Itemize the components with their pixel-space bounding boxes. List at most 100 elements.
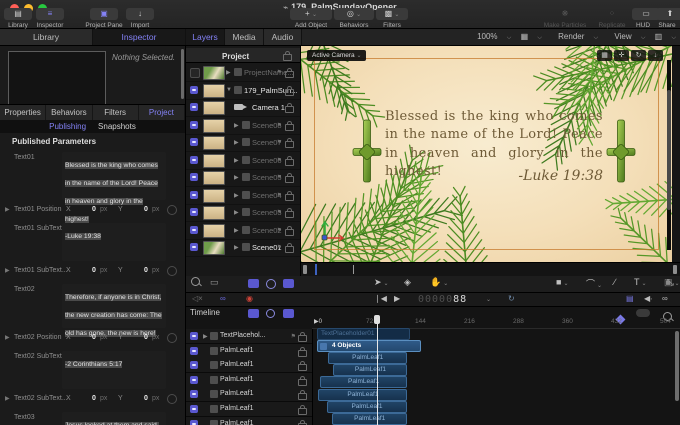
layout-select[interactable]: ▥ ⌵: [655, 32, 676, 41]
inspector-tab-properties[interactable]: Properties: [0, 105, 47, 120]
lock-icon[interactable]: [285, 68, 294, 78]
layer-row-scene08[interactable]: ▶ Scene08 ⚑: [186, 117, 300, 135]
inspector-subtab-snapshots[interactable]: Snapshots: [98, 122, 136, 131]
loop-playback-icon[interactable]: ∞: [662, 294, 668, 303]
timeline-bar-palmleaf1[interactable]: PalmLeaf1: [318, 388, 408, 401]
layer-row-scene04[interactable]: ▶ Scene04 ⚑: [186, 187, 300, 205]
dolly-view-icon[interactable]: ↓: [648, 50, 663, 61]
inspector-tab-project[interactable]: Project: [139, 105, 185, 120]
lock-icon[interactable]: [285, 120, 294, 131]
link-icon[interactable]: ∞: [220, 294, 226, 303]
flag-icon[interactable]: ⚑: [277, 209, 282, 216]
flag-icon[interactable]: ⚑: [277, 227, 282, 234]
play-button[interactable]: ▶: [394, 294, 400, 303]
lock-icon[interactable]: [285, 138, 294, 148]
layer-checkbox[interactable]: [190, 103, 198, 111]
library-button[interactable]: ▤ Library: [4, 8, 32, 29]
layer-checkbox[interactable]: [190, 405, 198, 413]
behaviors-button[interactable]: ◎ ⌄ Behaviors: [334, 8, 374, 29]
rectangle-tool[interactable]: ■ ⌄: [556, 277, 568, 287]
tab-library[interactable]: Library: [0, 29, 93, 45]
disclosure-icon[interactable]: ▶: [203, 333, 208, 340]
disclosure-icon[interactable]: ▶: [5, 267, 10, 274]
layer-row-179-palmsun-[interactable]: ▼ 179_PalmSun... ⚑: [186, 82, 300, 100]
x-value-field[interactable]: 0: [92, 267, 96, 274]
import-button[interactable]: ↓ Import: [126, 8, 154, 29]
zoom-level-select[interactable]: 100% ⌵: [470, 32, 511, 41]
disclosure-icon[interactable]: ▶: [226, 69, 231, 76]
layer-checkbox[interactable]: [190, 361, 198, 370]
disclosure-icon[interactable]: ▼: [226, 87, 232, 93]
tab-inspector[interactable]: Inspector: [93, 29, 186, 45]
layer-checkbox[interactable]: [190, 68, 200, 78]
timeline-opacity-toggle[interactable]: [266, 309, 275, 318]
timecode-display[interactable]: 0000088: [418, 294, 467, 305]
inspector-subtab-publishing[interactable]: Publishing: [49, 122, 86, 131]
lock-icon[interactable]: [298, 390, 307, 401]
inspector-scrollbar[interactable]: [181, 49, 184, 99]
bezier-tool[interactable]: ⌒ ⌄: [586, 277, 602, 290]
lock-icon[interactable]: [285, 85, 294, 96]
disclosure-icon[interactable]: ▶: [234, 174, 239, 181]
layer-row-scene02[interactable]: ▶ Scene02 ⚑: [186, 222, 300, 240]
timeline-layer-row[interactable]: PalmLeaf1: [186, 343, 312, 359]
layer-checkbox[interactable]: [190, 85, 198, 94]
layer-row-camera-1[interactable]: Camera 1: [186, 99, 300, 117]
previous-frame-button[interactable]: ❘◀: [374, 294, 387, 303]
x-value-field[interactable]: 0: [92, 206, 96, 213]
layer-checkbox[interactable]: [190, 225, 198, 234]
layer-checkbox[interactable]: [190, 208, 198, 216]
line-tool[interactable]: ∕: [614, 277, 616, 287]
lock-icon[interactable]: [285, 103, 294, 113]
timeline-bar-palmleaf1[interactable]: PalmLeaf1: [327, 352, 408, 365]
layer-checkbox[interactable]: [190, 155, 198, 164]
timeline-layers-toggle[interactable]: [283, 309, 294, 318]
list-view-toggle[interactable]: [248, 279, 259, 288]
timeline-bar-4-objects[interactable]: 4 Objects: [317, 340, 422, 353]
filters-button[interactable]: ▩ ⌄ Filters: [376, 8, 408, 29]
range-end-handle[interactable]: [673, 265, 677, 274]
camera-view-icon[interactable]: ▦: [597, 50, 612, 61]
lock-icon[interactable]: [285, 225, 294, 236]
select-tool[interactable]: ➤ ⌄: [374, 277, 389, 288]
layer-checkbox[interactable]: [190, 332, 198, 340]
add-object-button[interactable]: + ⌄ Add Object: [290, 8, 332, 29]
tab-audio[interactable]: Audio: [264, 29, 302, 45]
timeline-scrollbar[interactable]: [675, 331, 679, 401]
playhead-handle[interactable]: [374, 315, 381, 324]
y-value-field[interactable]: 0: [144, 206, 148, 213]
range-start-handle[interactable]: [303, 265, 307, 274]
layer-row-scene05[interactable]: ▶ Scene05 ⚑: [186, 169, 300, 187]
project-pane-button[interactable]: ▣ Project Pane: [82, 8, 126, 29]
mute-icon[interactable]: ◁×: [192, 294, 203, 303]
x-value-field[interactable]: 0: [92, 334, 96, 341]
share-button[interactable]: ⬆ Share: [656, 8, 680, 29]
disclosure-icon[interactable]: ▶: [5, 395, 10, 402]
timeline-layer-row[interactable]: PalmLeaf1: [186, 416, 312, 425]
reset-icon[interactable]: [167, 394, 177, 404]
param-text-field[interactable]: -Luke 19:38: [62, 223, 166, 261]
lock-icon[interactable]: [298, 361, 307, 372]
timeline-layer-row[interactable]: PalmLeaf1: [186, 372, 312, 388]
record-icon[interactable]: ◉: [246, 294, 253, 303]
tab-layers[interactable]: Layers: [186, 29, 225, 45]
reset-icon[interactable]: [167, 333, 177, 343]
lock-icon[interactable]: [285, 208, 294, 218]
layer-checkbox[interactable]: [190, 138, 198, 146]
param-text-field[interactable]: -2 Corinthians 5:17: [62, 351, 166, 389]
flag-icon[interactable]: ⚑: [277, 139, 282, 146]
timeline-bar-palmleaf1[interactable]: PalmLeaf1: [331, 412, 408, 425]
channels-select[interactable]: ▦ ⌵: [521, 32, 542, 41]
layer-row-projectname-[interactable]: ▶ ProjectName... ⚑: [186, 64, 300, 82]
orbit-view-icon[interactable]: ↻: [631, 50, 646, 61]
timeline-layer-row[interactable]: PalmLeaf1: [186, 387, 312, 403]
layer-checkbox[interactable]: [190, 375, 198, 384]
layer-checkbox[interactable]: [190, 190, 198, 199]
lock-icon[interactable]: [285, 155, 294, 166]
layer-row-scene03[interactable]: ▶ Scene03 ⚑: [186, 204, 300, 222]
flag-icon[interactable]: ⚑: [277, 69, 282, 76]
filmstrip-icon[interactable]: ▭: [210, 277, 219, 288]
y-value-field[interactable]: 0: [144, 395, 148, 402]
disclosure-icon[interactable]: ▶: [5, 334, 10, 341]
layers-view-toggle[interactable]: [283, 279, 294, 288]
